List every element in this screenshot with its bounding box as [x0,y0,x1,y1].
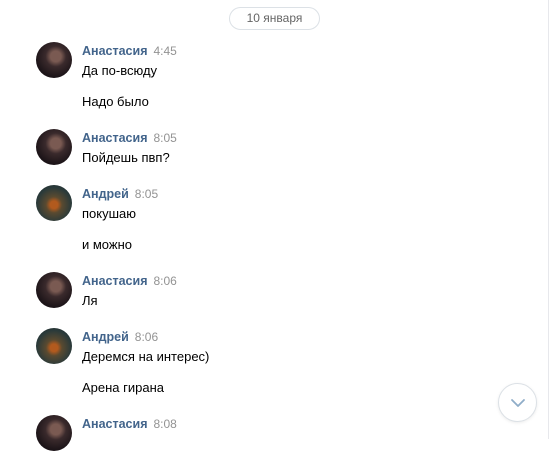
message-text: Надо было [82,94,149,109]
scroll-down-button[interactable] [498,383,537,422]
message-time: 8:06 [153,274,177,288]
anastasia-avatar[interactable] [36,42,72,78]
author-name[interactable]: Анастасия 8:05 [82,131,177,145]
author-name[interactable]: Анастасия 8:06 [82,274,177,288]
andrey-avatar[interactable] [36,185,72,221]
message-text: и можно [82,237,133,252]
chat-history: 10 января Анастасия 4:45 Да по-всюду Надо… [0,0,549,451]
author-name[interactable]: Андрей 8:05 [82,187,158,201]
message-text: Деремся на интерес) [82,349,210,364]
author-name[interactable]: Анастасия 4:45 [82,44,177,58]
message-text: Ля [82,293,98,308]
message-time: 8:05 [153,131,177,145]
message-time: 8:05 [134,187,159,201]
message-time: 4:45 [153,44,177,58]
message-text: покушаю [82,206,137,221]
chevron-down-icon [511,399,525,407]
anastasia-avatar[interactable] [36,415,72,451]
anastasia-avatar[interactable] [36,129,72,165]
anastasia-avatar[interactable] [36,272,72,308]
author-name[interactable]: Анастасия 8:08 [82,417,177,431]
date-divider: 10 января [229,7,320,30]
message-text: Арена гирана [82,380,165,395]
message-time: 8:06 [134,330,159,344]
message-text: Пойдешь пвп? [82,150,170,165]
andrey-avatar[interactable] [36,328,72,364]
message-time: 8:08 [153,417,177,431]
message-text: Да по-всюду [82,63,158,78]
author-name[interactable]: Андрей 8:06 [82,330,158,344]
